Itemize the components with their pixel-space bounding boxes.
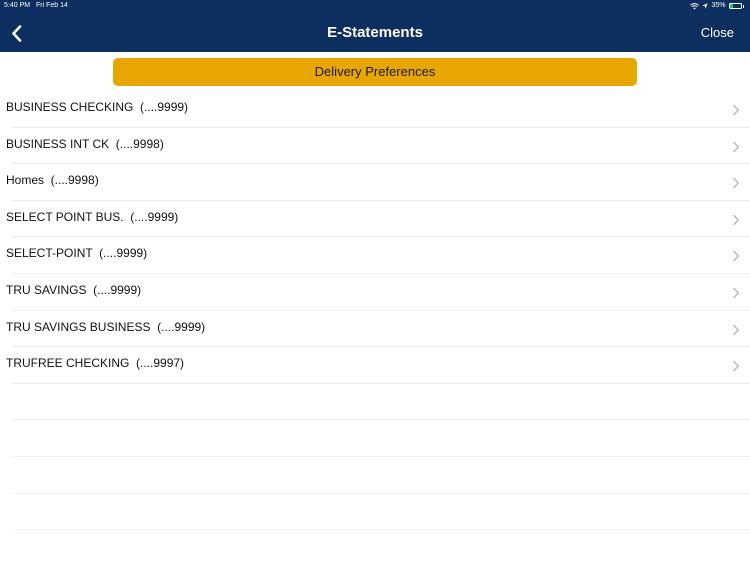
navigation-header: 5:40 PM Fri Feb 14 35% E-Statements Clos… [0,0,750,52]
account-label: BUSINESS CHECKING (....9999) [6,100,189,114]
status-date: Fri Feb 14 [36,2,68,9]
account-label: Homes (....9998) [6,173,99,188]
account-row[interactable]: SELECT POINT BUS. (....9999) [0,201,750,238]
account-label: SELECT POINT BUS. (....9999) [6,209,179,224]
empty-row [0,494,750,531]
battery-percent: 35% [711,2,726,9]
location-icon [702,3,709,9]
status-indicators: 35% [690,0,744,12]
empty-row [0,530,750,562]
chevron-right-icon [733,287,739,299]
chevron-right-icon [733,141,739,152]
account-row[interactable]: BUSINESS CHECKING (....9999) [0,91,750,128]
chevron-right-icon [733,104,739,116]
chevron-right-icon [733,177,739,189]
main-content: Delivery Preferences BUSINESS CHECKING (… [0,52,750,562]
account-list: BUSINESS CHECKING (....9999) BUSINESS IN… [0,91,750,562]
account-label: BUSINESS INT CK (....9998) [6,136,164,151]
empty-row [0,457,750,494]
status-time: 5:40 PM [4,2,31,9]
chevron-right-icon [733,360,739,372]
account-row[interactable]: TRU SAVINGS BUSINESS (....9999) [0,311,750,348]
page-title: E-Statements [327,24,423,41]
chevron-right-icon [733,214,739,226]
account-label: TRU SAVINGS BUSINESS (....9999) [6,319,206,334]
empty-row [0,384,750,421]
account-row[interactable]: TRU SAVINGS (....9999) [0,274,750,311]
account-row[interactable]: BUSINESS INT CK (....9998) [0,128,750,165]
battery-icon [728,3,742,9]
account-row[interactable]: TRUFREE CHECKING (....9997) [0,347,750,384]
battery-cap [742,4,744,8]
account-row[interactable]: SELECT-POINT (....9999) [0,237,750,274]
account-row[interactable]: Homes (....9998) [0,164,750,201]
chevron-right-icon [733,324,739,335]
battery-level-fill [729,4,734,8]
chevron-right-icon [733,251,739,262]
account-label: TRU SAVINGS (....9999) [6,282,142,297]
wifi-icon [690,2,700,10]
account-label: SELECT-POINT (....9999) [6,246,148,261]
close-button[interactable]: Close [701,25,734,41]
delivery-preferences-button[interactable]: Delivery Preferences [113,58,637,86]
status-bar: 5:40 PM Fri Feb 14 35% [0,0,750,12]
account-label: TRUFREE CHECKING (....9997) [6,356,185,371]
empty-row [0,420,750,457]
